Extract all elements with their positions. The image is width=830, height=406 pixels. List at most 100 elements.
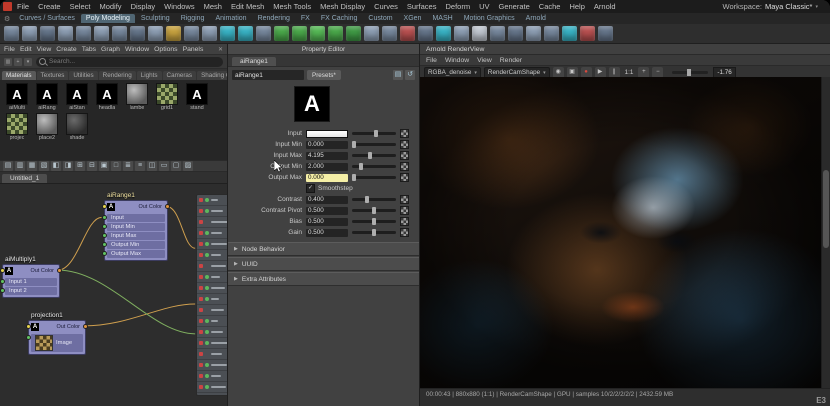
input-port[interactable] [0, 268, 5, 273]
menubar-item[interactable]: File [17, 2, 29, 11]
shelf-tab[interactable]: Sculpting [136, 14, 175, 23]
shelf-icon[interactable] [364, 26, 379, 41]
graph-toolbar-icon[interactable]: ⊟ [87, 161, 97, 171]
input-port[interactable] [102, 251, 107, 256]
collapsed-section[interactable]: ▶ Node Behavior [228, 242, 419, 256]
attr-value-field-active[interactable]: 0.000 [306, 174, 348, 182]
material-swatch[interactable]: A stand [183, 83, 211, 111]
shelf-icon[interactable] [256, 26, 271, 41]
attr-slider[interactable] [352, 143, 396, 146]
input-port[interactable] [102, 204, 107, 209]
menubar-item[interactable]: Deform [445, 2, 470, 11]
output-port[interactable] [83, 324, 88, 329]
graph-toolbar-icon[interactable]: ▭ [159, 161, 169, 171]
menubar-item[interactable]: Modify [99, 2, 121, 11]
zoom-ratio-label[interactable]: 1:1 [623, 69, 636, 76]
shelf-icon[interactable] [508, 26, 523, 41]
texture-map-button[interactable] [400, 162, 409, 171]
smoothstep-checkbox[interactable]: ✓ [306, 184, 315, 193]
search-input[interactable] [49, 58, 220, 65]
hypershade-menu-item[interactable]: View [37, 46, 52, 53]
shelf-icon[interactable] [382, 26, 397, 41]
shelf-icon[interactable] [436, 26, 451, 41]
input-port[interactable] [0, 288, 5, 293]
shelf-tab[interactable]: Rendering [253, 14, 295, 23]
menubar-item[interactable]: Arnold [594, 2, 616, 11]
graph-toolbar-icon[interactable]: ▤ [3, 161, 13, 171]
browser-tab[interactable]: Cameras [163, 71, 197, 80]
input-port[interactable] [102, 224, 107, 229]
shelf-icon[interactable] [4, 26, 19, 41]
shelf-icon[interactable] [112, 26, 127, 41]
node-port-row[interactable]: Output Max [107, 250, 165, 258]
graph-toolbar-icon[interactable]: ▧ [39, 161, 49, 171]
attr-slider[interactable] [352, 231, 396, 234]
shelf-icon[interactable] [22, 26, 37, 41]
node-projection1[interactable]: projection1 A Out Color Image [28, 320, 86, 355]
texture-map-button[interactable] [400, 173, 409, 182]
graph-toolbar-icon[interactable]: ◧ [51, 161, 61, 171]
graph-toolbar-icon[interactable]: ⊞ [75, 161, 85, 171]
shelf-icon[interactable] [400, 26, 415, 41]
shelf-icon[interactable] [418, 26, 433, 41]
shelf-icon[interactable] [274, 26, 289, 41]
menubar-item[interactable]: Mesh Tools [273, 2, 311, 11]
menubar-item[interactable]: Cache [539, 2, 561, 11]
color-swatch-field[interactable] [306, 130, 348, 138]
menubar-item[interactable]: Generate [499, 2, 530, 11]
renderview-menu-item[interactable]: Render [500, 57, 522, 64]
property-tab[interactable]: aiRange1 [232, 57, 276, 66]
shelf-tab[interactable]: Arnold [521, 14, 551, 23]
shelf-tab[interactable]: Motion Graphics [459, 14, 520, 23]
add-bookmark-icon[interactable]: + [14, 58, 22, 66]
attr-slider[interactable] [352, 165, 396, 168]
workspace-selector[interactable]: Workspace: Maya Classic* ▾ [723, 2, 830, 11]
attr-value-field[interactable]: 0.500 [306, 207, 348, 215]
hypershade-menu-item[interactable]: Create [56, 46, 76, 53]
hypershade-menu-item[interactable]: Graph [101, 46, 120, 53]
shelf-tab[interactable]: Animation [210, 14, 251, 23]
texture-map-button[interactable] [400, 228, 409, 237]
texture-map-button[interactable] [400, 129, 409, 138]
hypershade-menu-item[interactable]: Panels [183, 46, 204, 53]
node-aimultiply1[interactable]: aiMultiply1 A Out Color Input 1 Input 2 [2, 264, 60, 298]
renderview-menu-item[interactable]: Window [445, 57, 469, 64]
attr-value-field[interactable]: 0.500 [306, 218, 348, 226]
swatch-toggle-icon[interactable]: ▤ [393, 70, 403, 80]
shelf-tab[interactable]: Poly Modeling [81, 14, 135, 23]
filter-icon[interactable]: ▾ [24, 58, 32, 66]
menubar-item[interactable]: Surfaces [407, 2, 437, 11]
shelf-icon[interactable] [598, 26, 613, 41]
node-port-row[interactable]: Input 2 [5, 287, 57, 295]
collapsed-section[interactable]: ▶ UUID [228, 257, 419, 271]
graph-toolbar-icon[interactable]: ▣ [99, 161, 109, 171]
graph-toolbar-icon[interactable]: □ [111, 161, 121, 171]
menubar-item[interactable]: Help [569, 2, 584, 11]
shelf-icon[interactable] [220, 26, 235, 41]
attr-slider[interactable] [352, 154, 396, 157]
property-editor-title[interactable]: Property Editor [228, 44, 419, 55]
browser-tab[interactable]: Shading Gr [197, 71, 227, 80]
attr-slider[interactable] [352, 198, 396, 201]
browser-tab[interactable]: Utilities [69, 71, 97, 80]
shelf-tab[interactable]: Custom [363, 14, 397, 23]
collapsed-section[interactable]: ▶ Extra Attributes [228, 272, 419, 286]
shelf-icon[interactable] [526, 26, 541, 41]
menubar-item[interactable]: Create [38, 2, 61, 11]
scrollbar-handle[interactable] [823, 170, 829, 248]
graph-toolbar-icon[interactable]: ◨ [63, 161, 73, 171]
shelf-icon[interactable] [310, 26, 325, 41]
vertical-scrollbar[interactable] [821, 77, 830, 388]
attr-slider[interactable] [352, 220, 396, 223]
node-port-row[interactable]: Output Min [107, 241, 165, 249]
presets-button[interactable]: Presets* [307, 70, 341, 80]
texture-map-button[interactable] [400, 151, 409, 160]
renderview-menu-item[interactable]: View [477, 57, 492, 64]
shelf-icon[interactable] [562, 26, 577, 41]
app-icon[interactable] [3, 2, 12, 11]
node-plane[interactable]: plane… [196, 194, 227, 396]
attr-value-field[interactable]: 0.000 [306, 141, 348, 149]
attr-value-field[interactable]: 4.195 [306, 152, 348, 160]
shelf-icon[interactable] [166, 26, 181, 41]
graph-toolbar-icon[interactable]: ≡ [135, 161, 145, 171]
